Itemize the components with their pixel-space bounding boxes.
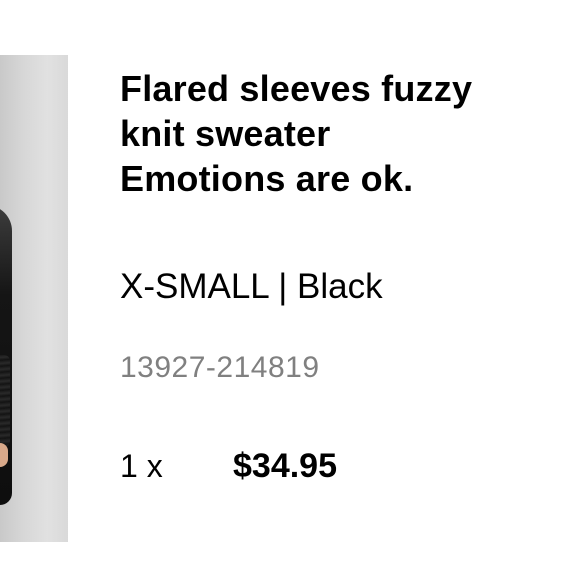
product-thumbnail[interactable] xyxy=(0,55,68,542)
product-title-line-3: Emotions are ok. xyxy=(120,158,414,199)
quantity-price-row: 1 x $34.95 xyxy=(120,448,560,484)
product-title-line-2: knit sweater xyxy=(120,113,331,154)
size-value: X-SMALL xyxy=(120,267,269,306)
cart-line-item: Flared sleeves fuzzy knit sweater Emotio… xyxy=(0,0,580,580)
product-variant: X-SMALL | Black xyxy=(120,267,560,307)
price-value: $34.95 xyxy=(233,447,337,485)
product-details: Flared sleeves fuzzy knit sweater Emotio… xyxy=(120,66,560,484)
sweater-sleeve xyxy=(0,355,10,447)
product-sku: 13927-214819 xyxy=(120,351,320,384)
variant-separator: | xyxy=(278,267,288,306)
product-title[interactable]: Flared sleeves fuzzy knit sweater Emotio… xyxy=(120,66,560,201)
color-value: Black xyxy=(297,267,383,306)
quantity-label: 1 x xyxy=(120,448,163,484)
product-title-line-1: Flared sleeves fuzzy xyxy=(120,68,473,109)
